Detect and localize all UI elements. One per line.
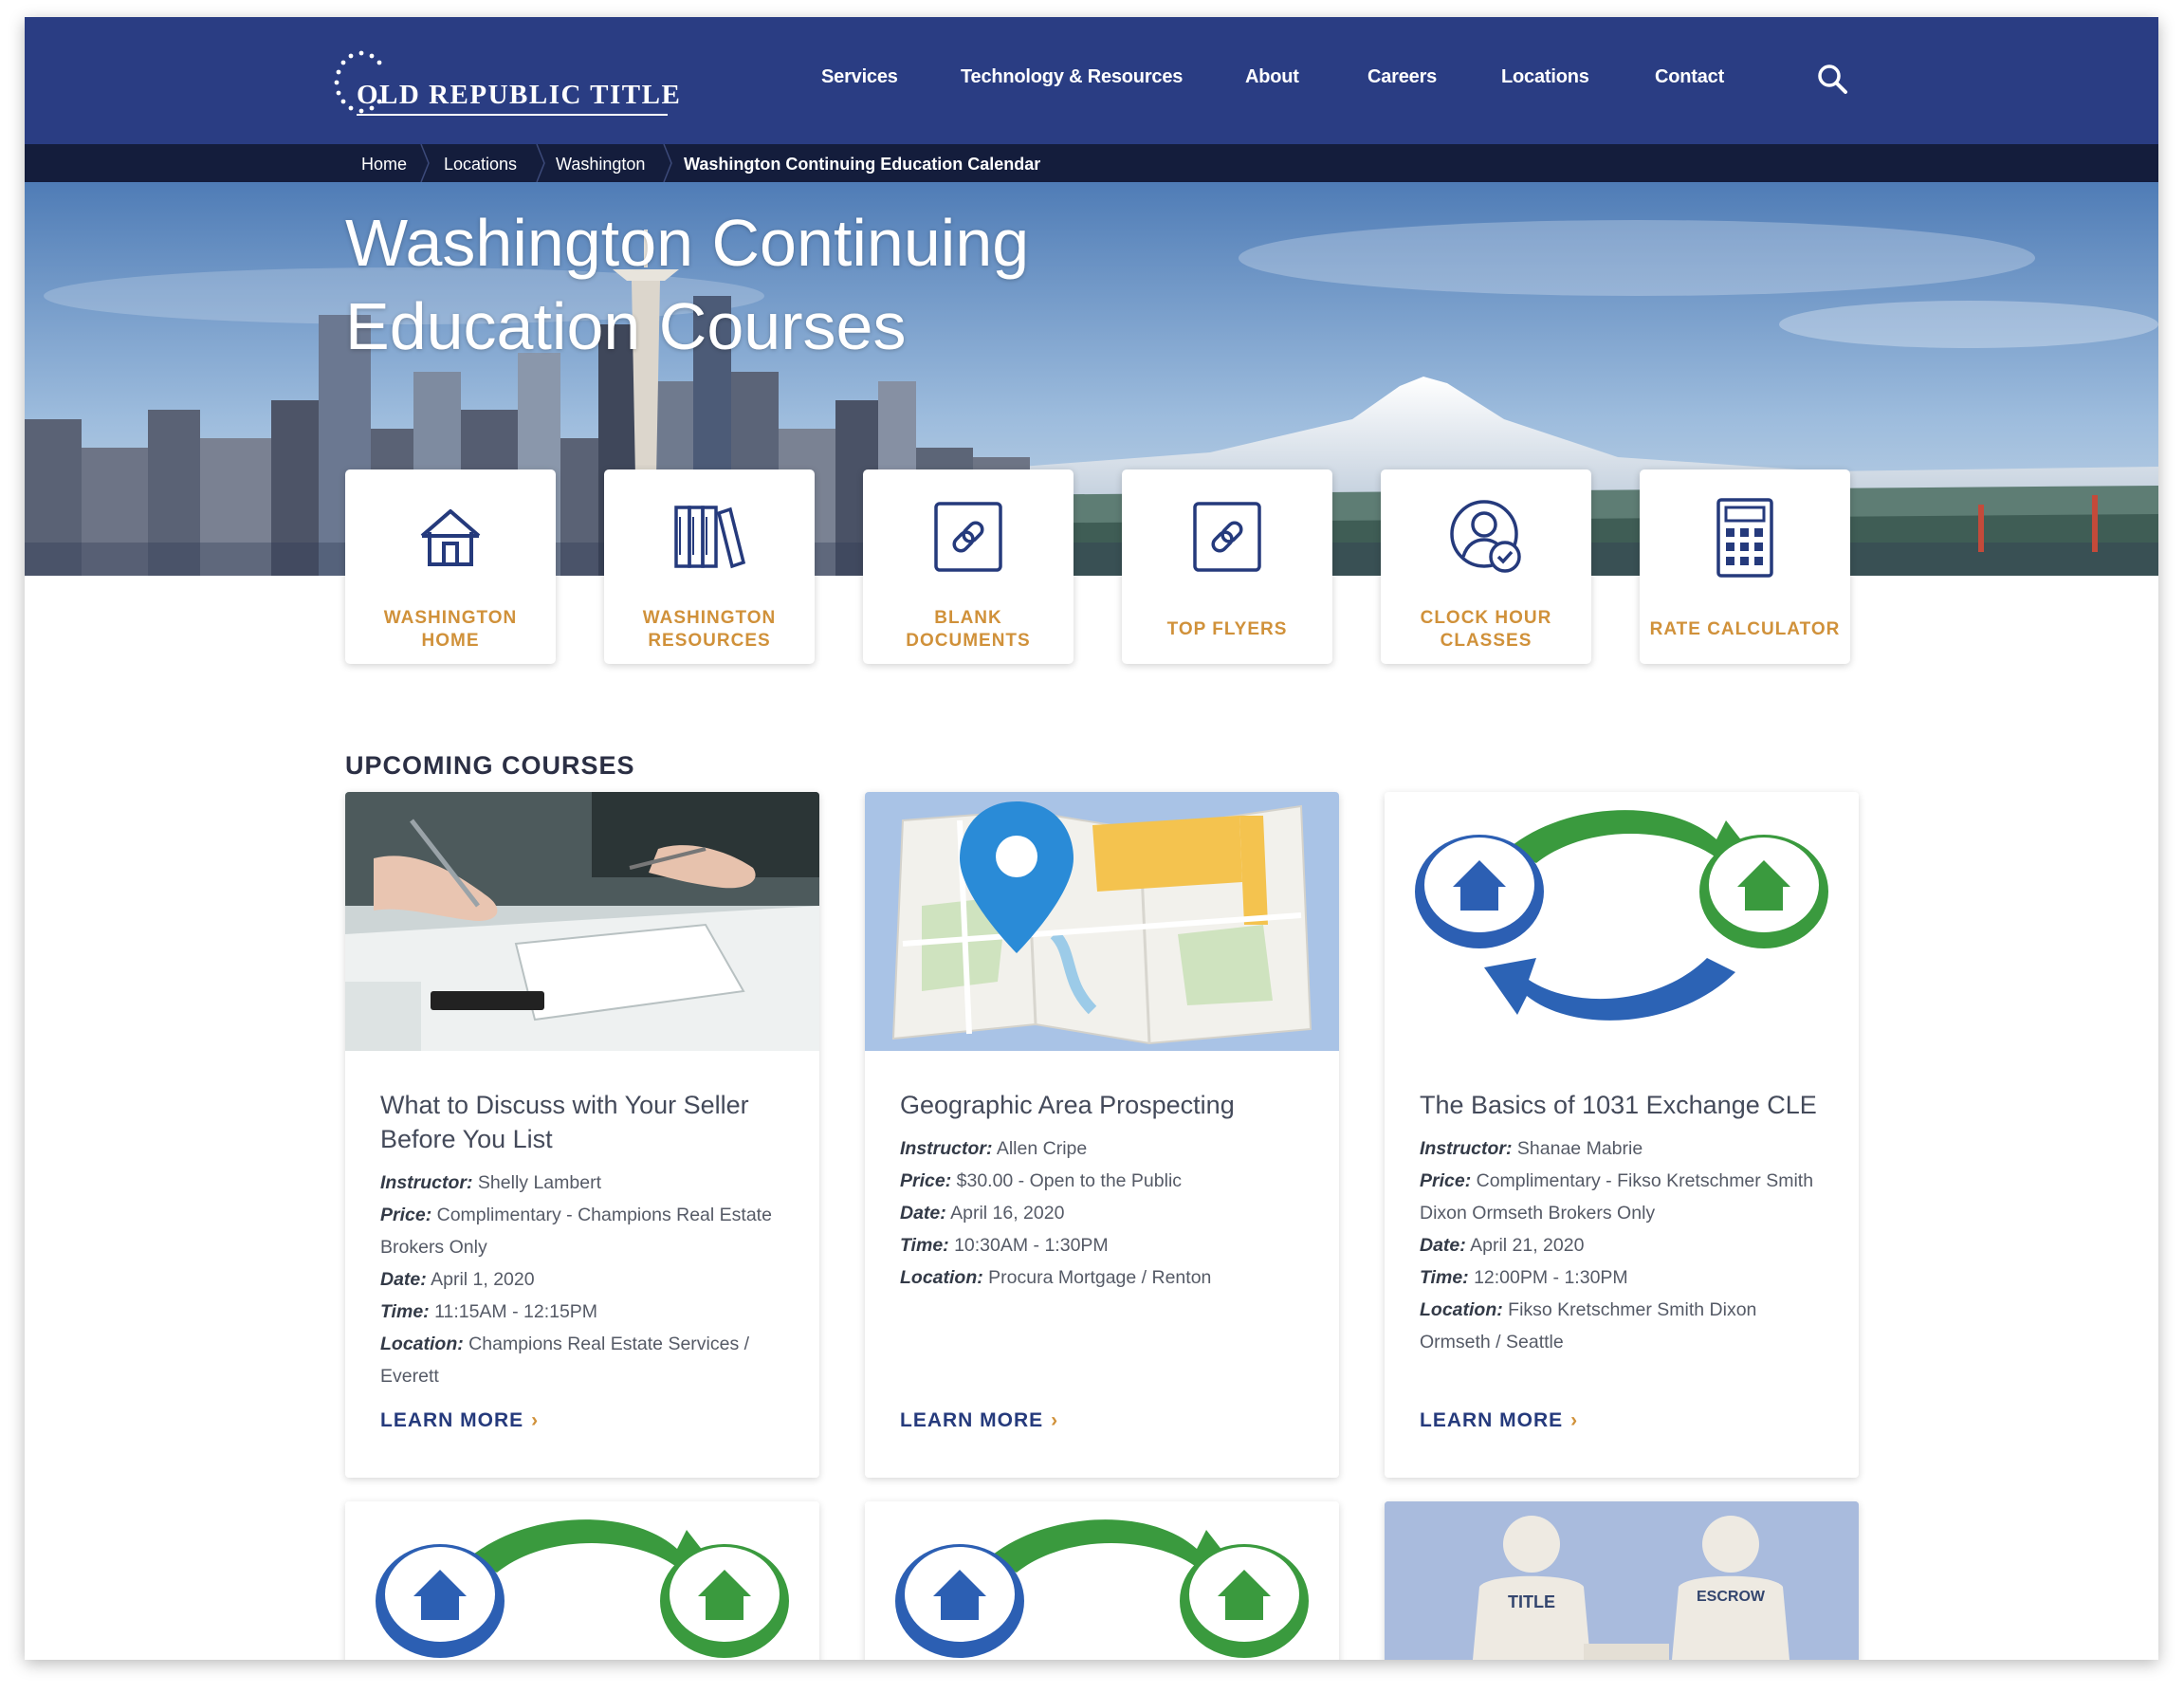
course-location: Location: Champions Real Estate Services…	[380, 1334, 750, 1387]
course-location: Location: Procura Mortgage / Renton	[900, 1267, 1212, 1288]
breadcrumb-separator-icon	[536, 144, 545, 182]
quicklink-rate-calculator[interactable]: RATE CALCULATOR	[1640, 469, 1850, 664]
chevron-right-icon: ›	[1051, 1409, 1059, 1431]
breadcrumb-current: Washington Continuing Education Calendar	[684, 155, 1041, 174]
calculator-icon	[1716, 498, 1773, 578]
quicklink-washington-home[interactable]: WASHINGTON HOME	[345, 469, 556, 664]
course-time: Time: 10:30AM - 1:30PM	[900, 1235, 1109, 1256]
learn-more-link[interactable]: LEARN MORE ›	[1420, 1409, 1578, 1432]
quicklink-label: BLANK DOCUMENTS	[906, 608, 1031, 651]
map-pin-illustration	[865, 792, 1339, 1051]
chevron-right-icon: ›	[531, 1409, 540, 1431]
course-date: Date: April 16, 2020	[900, 1203, 1065, 1224]
user-check-icon	[1450, 500, 1521, 573]
nav-contact[interactable]: Contact	[1655, 66, 1724, 88]
course-title[interactable]: What to Discuss with Your Seller Before …	[380, 1088, 791, 1156]
house-exchange-illustration	[865, 1501, 1339, 1660]
nav-services[interactable]: Services	[821, 66, 898, 88]
course-instructor: Instructor: Shanae Mabrie	[1420, 1138, 1643, 1159]
course-price: Price: Complimentary - Fikso Kretschmer …	[1420, 1170, 1814, 1224]
course-date: Date: April 21, 2020	[1420, 1235, 1585, 1256]
page-title-line-2: Education Courses	[345, 289, 907, 363]
breadcrumb-locations[interactable]: Locations	[444, 155, 517, 175]
house-exchange-illustration	[1385, 792, 1859, 1051]
house-icon	[420, 509, 481, 566]
course-card: What to Discuss with Your Seller Before …	[345, 792, 819, 1478]
browser-page: OLD REPUBLIC TITLE Services Technology &…	[25, 17, 2158, 1660]
logo-text: OLD REPUBLIC TITLE	[357, 80, 682, 110]
business-meeting-photo	[345, 792, 819, 1051]
course-details: The Basics of 1031 Exchange CLE Instruct…	[1420, 1088, 1830, 1358]
quicklink-label: WASHINGTON RESOURCES	[642, 608, 777, 651]
course-price: Price: Complimentary - Champions Real Es…	[380, 1205, 772, 1258]
course-date: Date: April 1, 2020	[380, 1269, 535, 1290]
course-title[interactable]: Geographic Area Prospecting	[900, 1088, 1311, 1122]
breadcrumb-washington[interactable]: Washington	[556, 155, 645, 175]
breadcrumb-home[interactable]: Home	[361, 155, 407, 175]
breadcrumb: Home Locations Washington Washington Con…	[25, 144, 2158, 182]
quicklink-label: RATE CALCULATOR	[1649, 619, 1841, 639]
breadcrumb-separator-icon	[663, 144, 672, 182]
course-card: The Basics of 1031 Exchange CLE Instruct…	[1385, 792, 1859, 1478]
course-card-partial[interactable]	[345, 1501, 819, 1660]
house-exchange-illustration	[345, 1501, 819, 1660]
course-card-partial[interactable]	[865, 1501, 1339, 1660]
breadcrumb-separator-icon	[420, 144, 430, 182]
course-instructor: Instructor: Shelly Lambert	[380, 1172, 601, 1193]
nav-about[interactable]: About	[1245, 66, 1299, 88]
page-title: Washington Continuing Education Courses	[345, 201, 1199, 368]
learn-more-link[interactable]: LEARN MORE ›	[380, 1409, 539, 1432]
course-time: Time: 11:15AM - 12:15PM	[380, 1301, 598, 1322]
section-title: UPCOMING COURSES	[345, 751, 635, 780]
course-details: Geographic Area Prospecting Instructor: …	[900, 1088, 1311, 1294]
quicklink-clock-hour-classes[interactable]: CLOCK HOUR CLASSES	[1381, 469, 1591, 664]
escrow-figure-label: ESCROW	[1697, 1589, 1766, 1605]
course-details: What to Discuss with Your Seller Before …	[380, 1088, 791, 1392]
quicklink-washington-resources[interactable]: WASHINGTON RESOURCES	[604, 469, 815, 664]
chevron-right-icon: ›	[1570, 1409, 1579, 1431]
quicklink-label: CLOCK HOUR CLASSES	[1420, 608, 1552, 651]
course-title[interactable]: The Basics of 1031 Exchange CLE	[1420, 1088, 1830, 1122]
site-header: OLD REPUBLIC TITLE Services Technology &…	[25, 17, 2158, 144]
course-location: Location: Fikso Kretschmer Smith Dixon O…	[1420, 1299, 1757, 1353]
learn-more-link[interactable]: LEARN MORE ›	[900, 1409, 1058, 1432]
course-instructor: Instructor: Allen Cripe	[900, 1138, 1088, 1159]
site-logo[interactable]: OLD REPUBLIC TITLE	[333, 42, 693, 127]
page-title-line-1: Washington Continuing	[345, 206, 1030, 280]
title-figure-label: TITLE	[1508, 1592, 1555, 1611]
course-price: Price: $30.00 - Open to the Public	[900, 1170, 1183, 1191]
books-icon	[674, 506, 746, 569]
course-time: Time: 12:00PM - 1:30PM	[1420, 1267, 1628, 1288]
search-icon[interactable]	[1816, 63, 1848, 95]
quicklink-top-flyers[interactable]: TOP FLYERS	[1122, 469, 1332, 664]
course-card: Geographic Area Prospecting Instructor: …	[865, 792, 1339, 1478]
logo-underline	[357, 114, 668, 116]
quicklink-label: WASHINGTON HOME	[383, 608, 518, 651]
quicklink-blank-documents[interactable]: BLANK DOCUMENTS	[863, 469, 1074, 664]
nav-technology-resources[interactable]: Technology & Resources	[961, 66, 1183, 88]
course-card-partial[interactable]: TITLE ESCROW	[1385, 1501, 1859, 1660]
nav-careers[interactable]: Careers	[1367, 66, 1437, 88]
nav-locations[interactable]: Locations	[1501, 66, 1589, 88]
title-escrow-figures: TITLE ESCROW	[1385, 1501, 1859, 1660]
quicklink-label: TOP FLYERS	[1166, 619, 1288, 639]
link-icon	[1193, 502, 1261, 572]
link-icon	[934, 502, 1002, 572]
